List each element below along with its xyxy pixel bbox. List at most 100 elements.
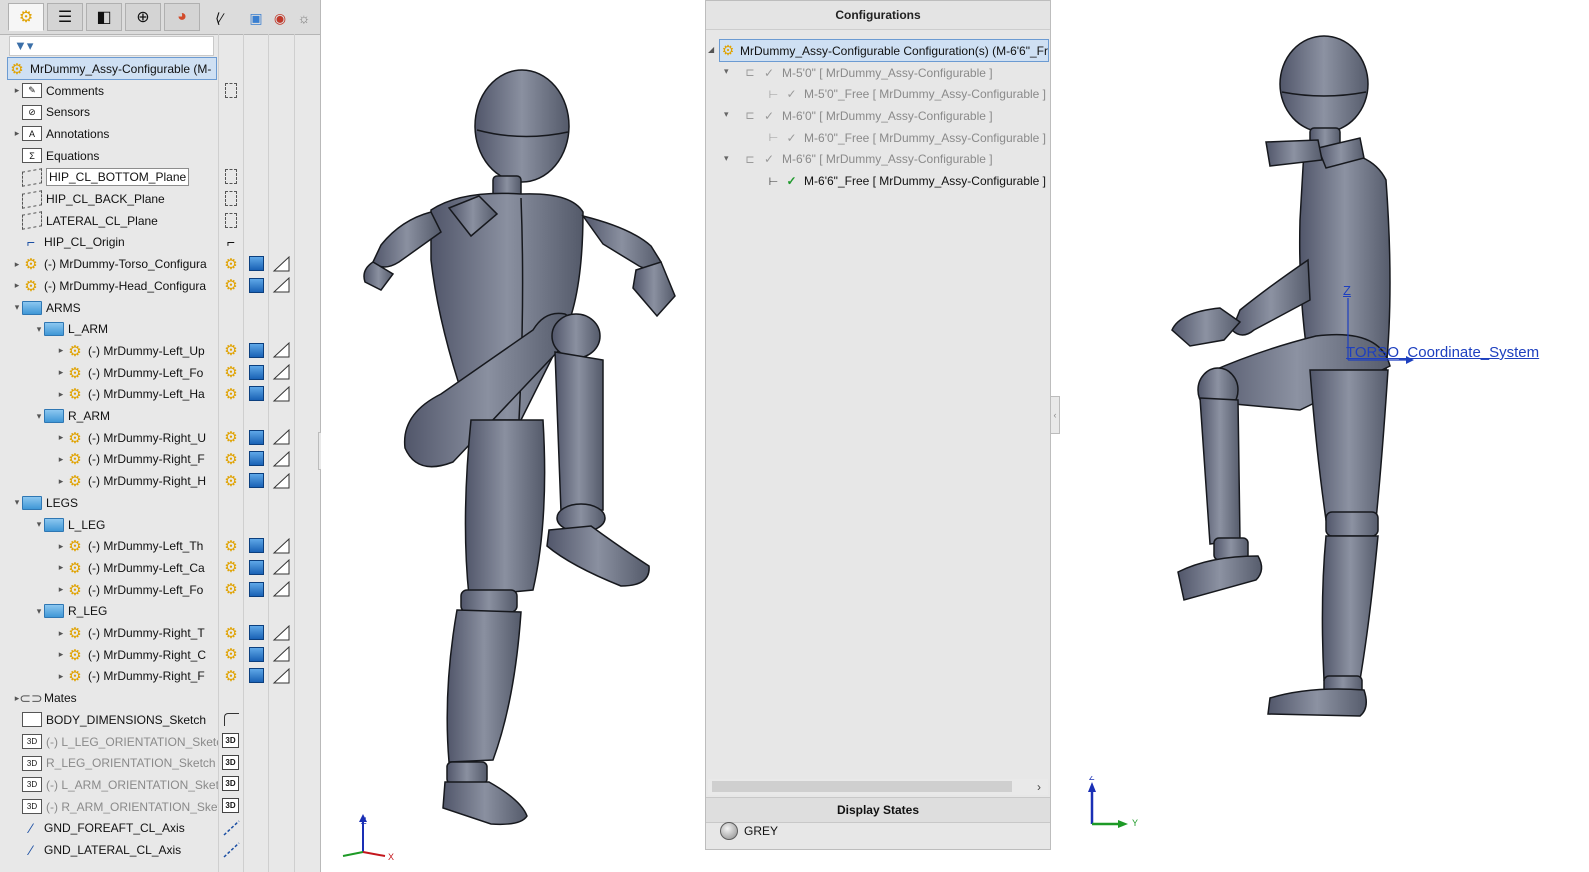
horizontal-scrollbar[interactable]: › <box>708 779 1048 795</box>
suppression-state-icon[interactable] <box>272 255 290 272</box>
config-root-row[interactable]: ⚙ MrDummy_Assy-Configurable Configuratio… <box>719 39 1049 62</box>
collapse-arrow-icon[interactable]: ▾ <box>724 109 729 120</box>
display-mode-icon[interactable] <box>247 451 265 467</box>
configuration-item[interactable]: ⊢ ✓ M-6'6"_Free [ MrDummy_Assy-Configurabl… <box>766 171 1046 192</box>
plane-visibility-icon[interactable] <box>222 212 240 228</box>
configuration-item[interactable]: ⊏ ✓ M-5'0" [ MrDummy_Assy-Configurable ] <box>742 62 1046 83</box>
configuration-item[interactable]: ⊏ ✓ M-6'0" [ MrDummy_Assy-Configurable ] <box>742 105 1046 126</box>
display-mode-icon[interactable] <box>247 668 265 684</box>
display-mode-icon[interactable] <box>247 646 265 662</box>
display-state-item[interactable]: GREY <box>720 821 778 841</box>
display-mode-icon[interactable] <box>247 386 265 402</box>
tree-item[interactable]: ▾ ARMS <box>0 297 218 318</box>
dimxpert-manager-tab[interactable]: ⊕ <box>125 3 161 31</box>
tree-item[interactable]: BODY_DIMENSIONS_Sketch <box>0 709 218 730</box>
feature-manager-tab[interactable]: ⚙ <box>8 3 44 31</box>
display-mode-icon[interactable] <box>247 581 265 597</box>
configuration-state-icon[interactable]: ⚙ <box>222 538 240 555</box>
configuration-state-icon[interactable]: ⚙ <box>222 646 240 663</box>
suppression-state-icon[interactable] <box>272 581 290 597</box>
suppression-state-icon[interactable] <box>272 559 290 575</box>
expand-arrow-icon[interactable]: ▸ <box>56 476 66 487</box>
tree-item[interactable]: ▾ R_LEG <box>0 601 218 622</box>
collapse-arrow-icon[interactable]: ⟨∕ <box>209 8 229 28</box>
configuration-state-icon[interactable]: ⚙ <box>222 581 240 598</box>
suppression-state-icon[interactable] <box>272 472 290 489</box>
sketch-visibility-icon[interactable] <box>222 711 240 727</box>
collapse-arrow-icon[interactable]: ▾ <box>34 324 44 335</box>
configuration-state-icon[interactable]: ⚙ <box>222 342 240 359</box>
3d-sketch-visibility-icon[interactable]: 3D <box>222 776 239 792</box>
plane-visibility-icon[interactable] <box>222 82 240 98</box>
collapse-arrow-icon[interactable]: ▾ <box>724 153 729 164</box>
suppression-state-icon[interactable] <box>272 277 290 293</box>
tree-item[interactable]: ▸ A Annotations <box>0 123 218 144</box>
view-cube-icon[interactable]: ▣ <box>246 8 266 28</box>
configuration-state-icon[interactable]: ⚙ <box>222 386 240 403</box>
3d-sketch-visibility-icon[interactable]: 3D <box>222 733 239 748</box>
tree-item[interactable]: LATERAL_CL_Plane <box>0 210 218 231</box>
suppression-state-icon[interactable] <box>272 429 290 445</box>
suppression-state-icon[interactable] <box>272 624 290 641</box>
configuration-state-icon[interactable]: ⚙ <box>222 256 240 273</box>
mannequin-model-front[interactable] <box>321 0 704 872</box>
expand-arrow-icon[interactable]: ▸ <box>56 541 66 552</box>
configuration-state-icon[interactable]: ⚙ <box>222 364 240 381</box>
configuration-state-icon[interactable]: ⚙ <box>222 473 240 490</box>
tree-item[interactable]: 3D (-) R_ARM_ORIENTATION_Sket <box>0 796 218 817</box>
tree-item[interactable]: HIP_CL_BACK_Plane <box>0 189 218 210</box>
display-mode-icon[interactable] <box>247 473 265 489</box>
collapse-arrow-icon[interactable]: ◢ <box>708 45 714 54</box>
3d-sketch-visibility-icon[interactable]: 3D <box>222 798 239 814</box>
tree-item[interactable]: ▸ ⚙ (-) MrDummy-Right_U <box>0 427 218 448</box>
display-mode-icon[interactable] <box>247 256 265 272</box>
collapse-arrow-icon[interactable]: ▾ <box>724 66 729 77</box>
tree-item[interactable]: 3D (-) L_LEG_ORIENTATION_Sketcl <box>0 731 218 752</box>
suppression-state-icon[interactable] <box>272 537 290 554</box>
display-mode-icon[interactable] <box>247 342 265 358</box>
expand-arrow-icon[interactable]: ▸ <box>56 584 66 595</box>
axis-visibility-icon[interactable] <box>222 841 240 858</box>
collapse-arrow-icon[interactable]: ▾ <box>12 302 22 313</box>
tree-item[interactable]: ▸ ⚙ (-) MrDummy-Left_Fo <box>0 579 218 600</box>
expand-arrow-icon[interactable]: ▸ <box>12 259 22 270</box>
suppression-state-icon[interactable] <box>272 450 290 467</box>
expand-arrow-icon[interactable]: ▸ <box>56 432 66 443</box>
tree-item[interactable]: ▸ ⚙ (-) MrDummy-Right_F <box>0 666 218 687</box>
plane-visibility-icon[interactable] <box>222 191 240 207</box>
graphics-area-right[interactable]: Z TORSO_Coordinate_System Z Y <box>1060 0 1589 872</box>
tree-item[interactable]: ▸ ⚙ (-) MrDummy-Left_Up <box>0 340 218 361</box>
configuration-item[interactable]: ⊏ ✓ M-6'6" [ MrDummy_Assy-Configurable ] <box>742 149 1046 170</box>
display-mode-icon[interactable] <box>247 625 265 641</box>
tree-item[interactable]: ▸ ⚙ (-) MrDummy-Right_F <box>0 449 218 470</box>
display-mode-icon[interactable] <box>247 559 265 575</box>
suppression-state-icon[interactable] <box>272 667 290 684</box>
tree-item[interactable]: ▸ ⚙ (-) MrDummy-Head_Configura <box>0 275 218 296</box>
expand-arrow-icon[interactable]: ▸ <box>56 389 66 400</box>
tree-item[interactable]: ▾ L_ARM <box>0 319 218 340</box>
suppression-state-icon[interactable] <box>272 364 290 380</box>
tree-filter-input[interactable]: ▼▾ <box>9 36 214 56</box>
tree-item[interactable]: ▸ ⚙ (-) MrDummy-Left_Th <box>0 536 218 557</box>
plane-visibility-icon[interactable] <box>222 169 240 185</box>
config-panel-collapse-handle[interactable]: ‹ <box>1050 396 1060 434</box>
property-manager-tab[interactable]: ☰ <box>47 3 83 31</box>
scroll-right-arrow-icon[interactable]: › <box>1032 779 1046 795</box>
suppression-state-icon[interactable] <box>272 646 290 662</box>
origin-visibility-icon[interactable]: ⌐ <box>222 234 240 250</box>
expand-arrow-icon[interactable]: ▸ <box>12 280 22 291</box>
tree-item[interactable]: ▸ ⚙ (-) MrDummy-Right_C <box>0 644 218 665</box>
tree-item[interactable]: ▸ ⚙ (-) MrDummy-Right_H <box>0 471 218 492</box>
configuration-state-icon[interactable]: ⚙ <box>222 451 240 468</box>
collapse-arrow-icon[interactable]: ▾ <box>34 519 44 530</box>
mannequin-model-side[interactable] <box>1060 0 1589 872</box>
display-mode-icon[interactable] <box>247 364 265 380</box>
scrollbar-thumb[interactable] <box>712 781 1012 792</box>
torso-coordinate-system-label[interactable]: TORSO_Coordinate_System <box>1346 344 1539 361</box>
tree-item[interactable]: ▸ ⚙ (-) MrDummy-Left_Fo <box>0 362 218 383</box>
expand-arrow-icon[interactable]: ▸ <box>56 367 66 378</box>
tree-root-assembly[interactable]: ⚙ MrDummy_Assy-Configurable (M- <box>7 57 217 80</box>
tree-item[interactable]: ▸ ⚙ (-) MrDummy-Right_T <box>0 623 218 644</box>
configuration-item[interactable]: ⊢ ✓ M-6'0"_Free [ MrDummy_Assy-Configurabl… <box>766 127 1046 148</box>
3d-sketch-visibility-icon[interactable]: 3D <box>222 754 239 770</box>
